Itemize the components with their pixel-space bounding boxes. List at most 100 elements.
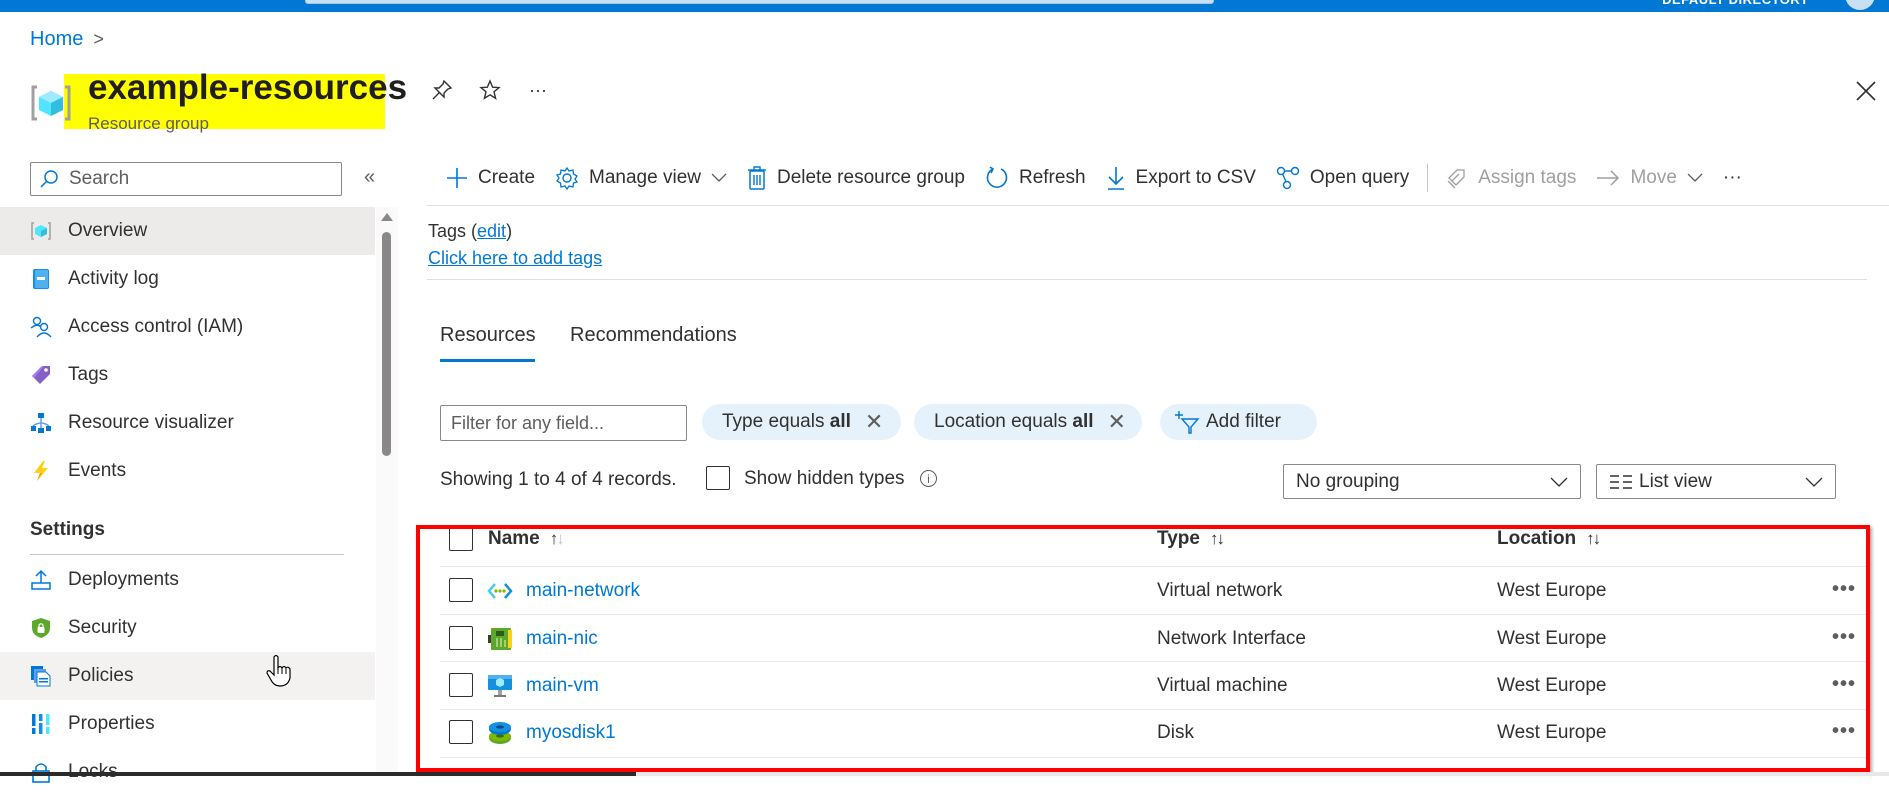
edit-tags-link[interactable]: edit (477, 221, 506, 241)
sidebar-item-label: Resource visualizer (68, 412, 234, 433)
sidebar-search[interactable] (30, 162, 342, 196)
tags-label-text: Tags (428, 221, 467, 241)
avatar[interactable] (1845, 0, 1875, 10)
page-subtitle: Resource group (88, 114, 209, 133)
open-query-label: Open query (1309, 167, 1410, 188)
lightning-icon (30, 460, 52, 482)
star-icon[interactable] (478, 78, 502, 102)
chevron-down-icon (1687, 173, 1703, 182)
sidebar-item-label: Security (68, 617, 137, 638)
sidebar-item-label: Tags (68, 364, 109, 385)
sidebar-item-activity-log[interactable]: Activity log (0, 255, 375, 303)
more-icon[interactable]: ··· (526, 78, 550, 102)
tags-icon (1447, 169, 1465, 189)
move-button[interactable]: Move (1586, 160, 1712, 196)
create-button[interactable]: Create (436, 160, 545, 196)
tags-label: Tags (edit) (428, 221, 513, 241)
arrow-right-icon (1597, 170, 1620, 186)
tags-divider (427, 279, 1867, 280)
sidebar-item-deployments[interactable]: Deployments (0, 556, 375, 604)
grouping-value: No grouping (1296, 470, 1400, 492)
remove-filter-icon[interactable]: ✕ (1108, 411, 1126, 433)
upload-icon (30, 569, 52, 591)
search-icon (40, 170, 58, 188)
list-view-icon (1610, 474, 1632, 489)
refresh-icon (986, 166, 1008, 188)
sidebar-item-resource-visualizer[interactable]: Resource visualizer (0, 399, 375, 447)
toolbar-divider (427, 205, 1889, 206)
view-value: List view (1639, 470, 1712, 492)
remove-filter-icon[interactable]: ✕ (865, 411, 883, 433)
plus-icon (447, 168, 467, 188)
sidebar-item-access-control[interactable]: Access control (IAM) (0, 303, 375, 351)
sidebar-search-input[interactable] (67, 167, 331, 191)
chevron-down-icon (1805, 477, 1823, 487)
info-icon[interactable]: i (920, 470, 937, 487)
manage-view-button[interactable]: Manage view (545, 160, 737, 196)
activity-log-icon (30, 268, 52, 290)
delete-resource-group-button[interactable]: Delete resource group (737, 160, 975, 196)
tab-recommendations[interactable]: Recommendations (570, 324, 737, 347)
annotation-highlight-box (416, 525, 1870, 772)
view-dropdown[interactable]: List view (1596, 464, 1836, 499)
tab-resources[interactable]: Resources (440, 324, 536, 347)
assign-tags-label: Assign tags (1478, 167, 1577, 188)
breadcrumb-home[interactable]: Home (30, 28, 83, 51)
directory-label[interactable]: DEFAULT DIRECTORY (1662, 0, 1809, 7)
global-search-box[interactable] (305, 0, 1214, 4)
chevron-down-icon (1550, 477, 1568, 487)
sidebar-item-label: Access control (IAM) (68, 316, 244, 337)
sidebar-section-settings: Settings (30, 519, 105, 540)
move-label: Move (1630, 167, 1677, 188)
sidebar-item-security[interactable]: Security (0, 604, 375, 652)
gear-icon (555, 166, 579, 190)
add-filter-button[interactable]: Add filter (1160, 404, 1317, 440)
page-title: example-resources (88, 68, 408, 107)
sidebar-item-overview[interactable]: Overview (0, 207, 375, 255)
show-hidden-types-checkbox[interactable] (706, 466, 730, 490)
sidebar-item-label: Deployments (68, 569, 179, 590)
more-icon: ··· (1722, 167, 1742, 188)
collapse-sidebar-button[interactable]: « (364, 166, 375, 189)
query-icon (1276, 166, 1300, 190)
sidebar-item-label: Activity log (68, 268, 159, 289)
location-filter-chip[interactable]: Location equals all ✕ (914, 404, 1142, 440)
export-csv-button[interactable]: Export to CSV (1096, 160, 1266, 196)
add-filter-icon (1175, 411, 1200, 434)
iam-icon (30, 316, 52, 338)
chip-label: Type equals all (722, 411, 851, 432)
sidebar-item-properties[interactable]: Properties (0, 700, 375, 748)
sidebar-item-label: Events (68, 460, 127, 481)
shield-icon (30, 617, 52, 639)
breadcrumb-separator: > (93, 29, 104, 49)
resource-group-icon (30, 220, 52, 242)
add-tags-link[interactable]: Click here to add tags (428, 248, 602, 269)
sidebar-item-policies[interactable]: Policies (0, 652, 375, 700)
chevron-down-icon (711, 173, 727, 182)
refresh-button[interactable]: Refresh (975, 160, 1096, 196)
properties-icon (30, 713, 52, 735)
open-query-button[interactable]: Open query (1266, 160, 1419, 196)
command-bar: Create Manage view Delete resource group… (436, 160, 1752, 196)
sidebar-item-tags[interactable]: Tags (0, 351, 375, 399)
show-hidden-types-label[interactable]: Show hidden types (744, 468, 905, 490)
portal-top-bar: DEFAULT DIRECTORY (0, 0, 1889, 12)
filter-input[interactable] (440, 405, 687, 441)
sidebar-scrollbar-thumb[interactable] (382, 232, 391, 456)
policy-icon (30, 665, 52, 687)
visualizer-icon (30, 412, 52, 434)
sidebar-divider (30, 554, 344, 555)
refresh-label: Refresh (1018, 167, 1086, 188)
toolbar-more-button[interactable]: ··· (1713, 160, 1752, 196)
assign-tags-button[interactable]: Assign tags (1436, 160, 1586, 196)
scroll-up-arrow-icon[interactable] (381, 213, 393, 221)
taskbar-edge (0, 772, 636, 776)
active-tab-indicator (440, 359, 535, 362)
type-filter-chip[interactable]: Type equals all ✕ (702, 404, 901, 440)
sidebar-item-label: Properties (68, 713, 155, 734)
grouping-dropdown[interactable]: No grouping (1283, 464, 1581, 499)
sidebar-item-events[interactable]: Events (0, 447, 375, 495)
close-icon[interactable] (1853, 78, 1879, 104)
pin-icon[interactable] (430, 78, 454, 102)
breadcrumb: Home > (30, 28, 104, 51)
